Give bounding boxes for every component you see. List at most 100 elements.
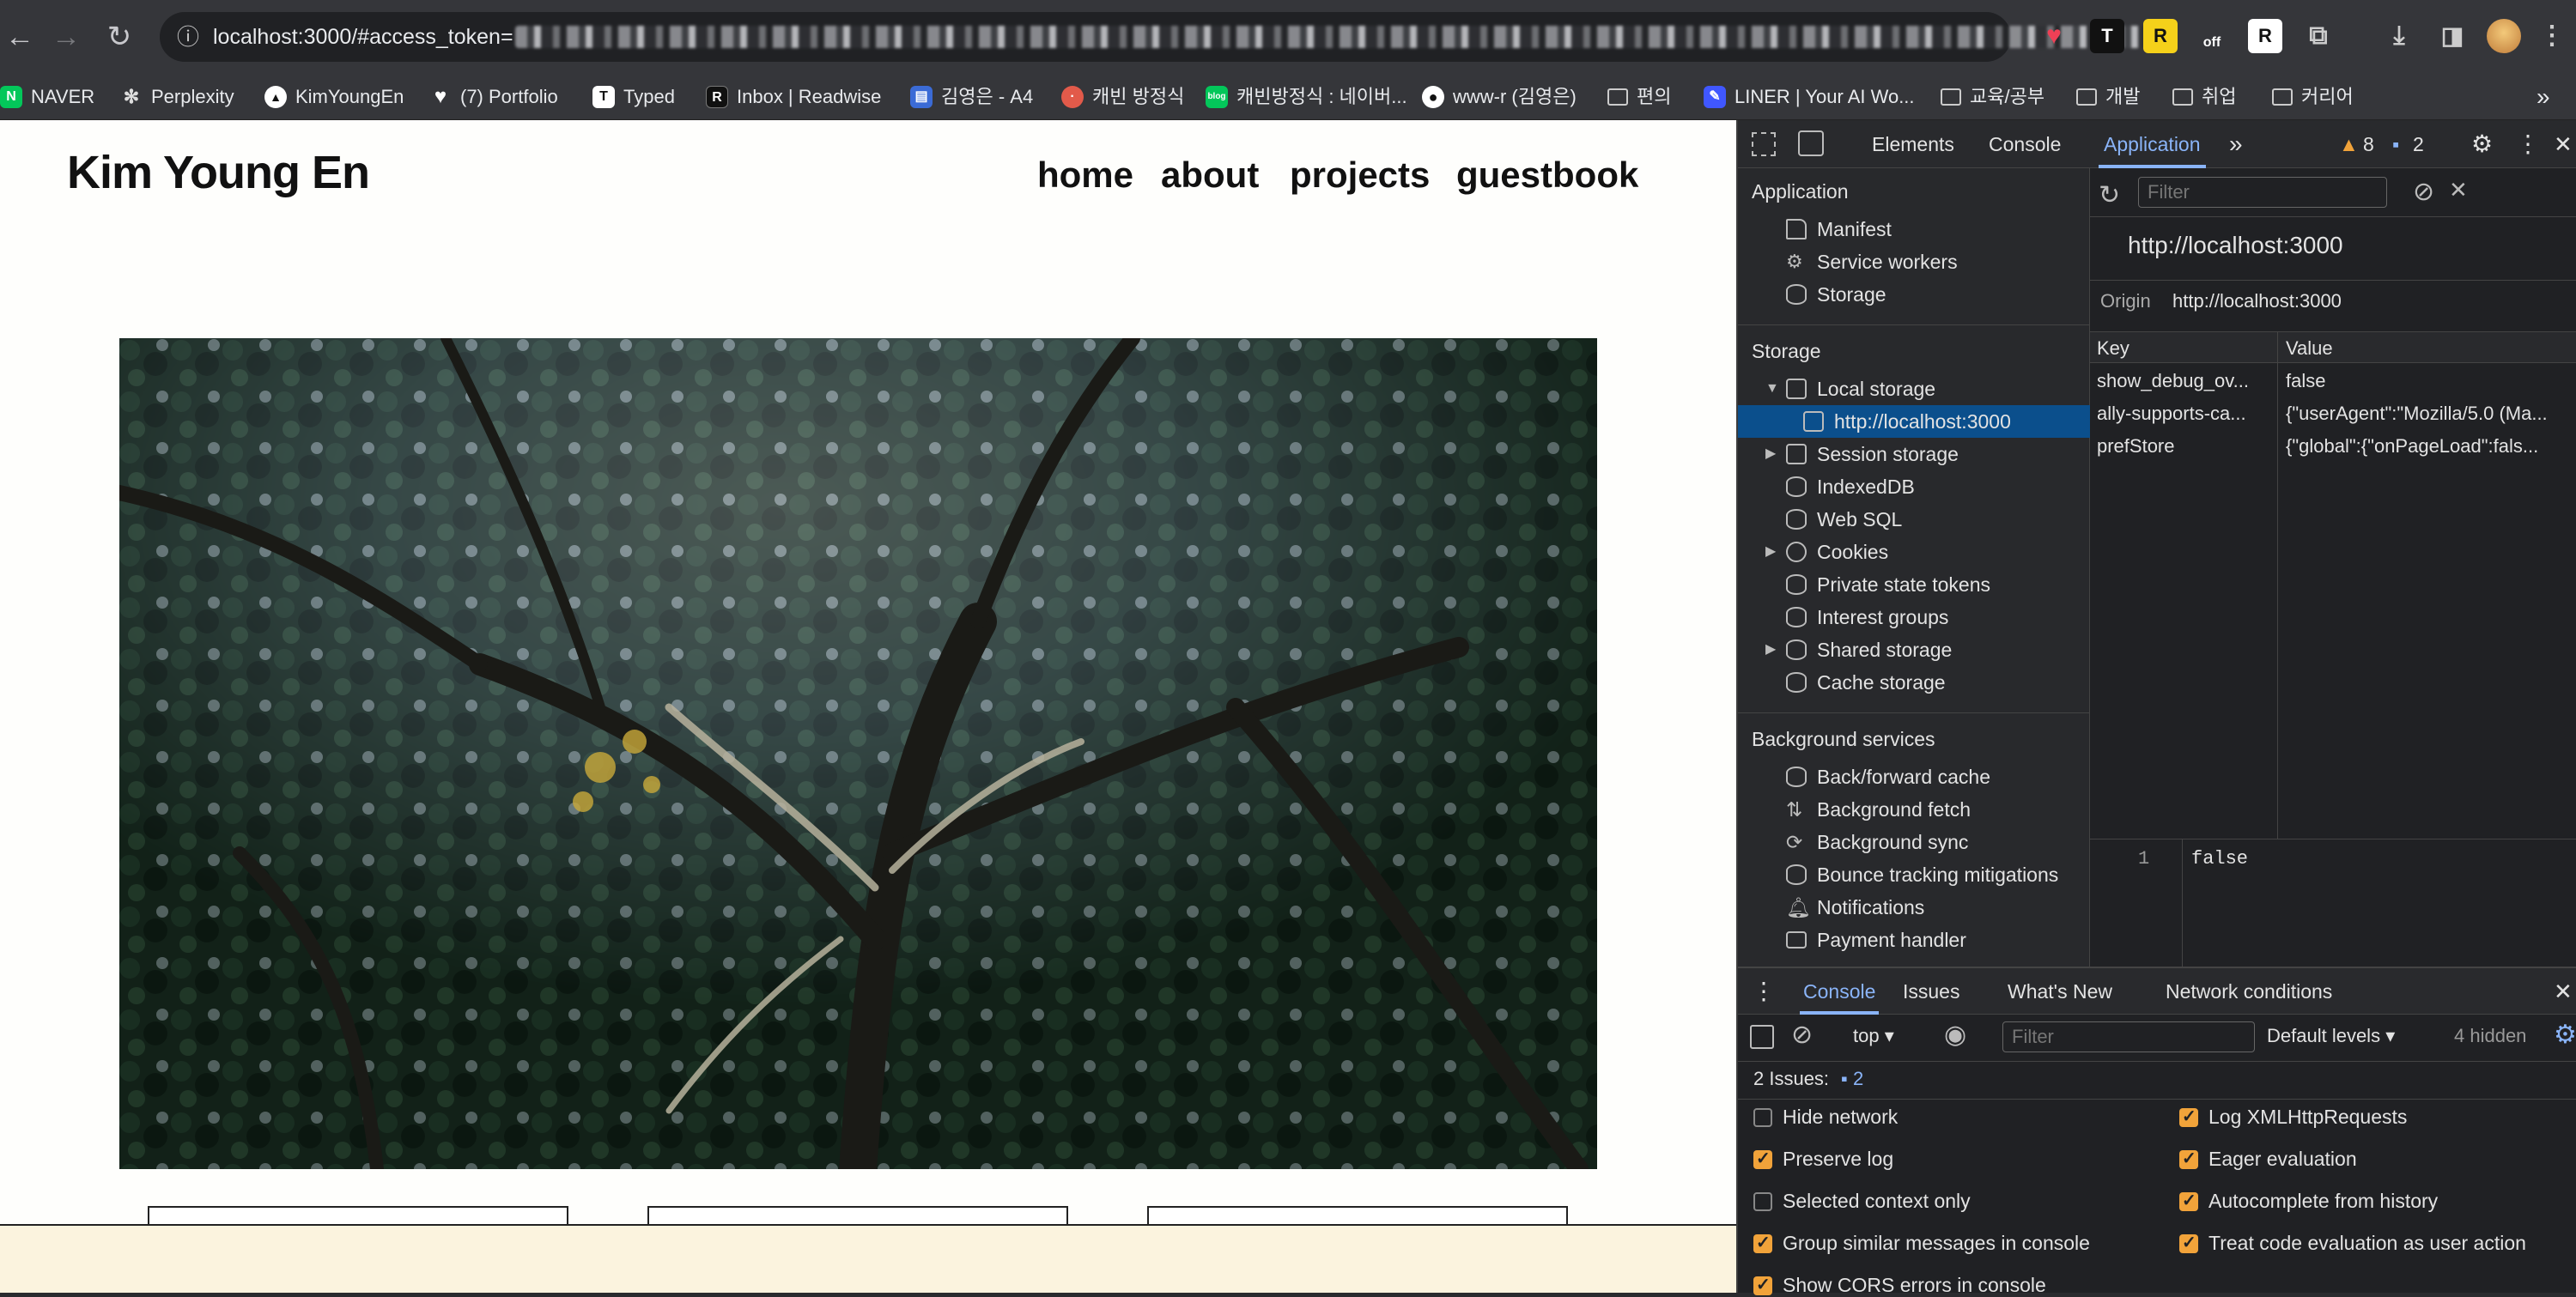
nav-about[interactable]: about xyxy=(1161,155,1259,196)
caret-right-icon[interactable]: ▶ xyxy=(1765,633,1776,666)
drawer-tab-console[interactable]: Console xyxy=(1800,968,1880,1015)
caret-down-icon[interactable]: ▼ xyxy=(1765,373,1779,405)
log-levels-dropdown[interactable]: Default levels ▾ xyxy=(2267,1025,2395,1047)
preserve-log-checkbox[interactable] xyxy=(1753,1148,1772,1169)
devtools-menu-icon[interactable]: ⋮ xyxy=(2516,120,2540,168)
drawer-menu-icon[interactable]: ⋮ xyxy=(1752,968,1776,1015)
bookmark-folder[interactable]: 개발 xyxy=(2076,74,2140,120)
sidebar-item-payment-handler[interactable]: Payment handler xyxy=(1738,924,2090,956)
clear-all-icon[interactable]: ⊘ xyxy=(2413,177,2434,207)
download-icon[interactable]: ⤓ xyxy=(2382,19,2416,53)
treat-eval-checkbox[interactable] xyxy=(2179,1232,2198,1253)
bookmark-folder[interactable]: 편의 xyxy=(1607,74,1671,120)
column-key[interactable]: Key xyxy=(2097,337,2129,360)
sidebar-item-localhost[interactable]: http://localhost:3000 xyxy=(1738,405,2090,438)
bookmark-item[interactable]: R Inbox | Readwise xyxy=(706,74,881,120)
bookmark-item[interactable]: ✎ LINER | Your AI Wo... xyxy=(1704,74,1915,120)
issues-badge[interactable]: ▪ 2 xyxy=(1841,1068,1863,1090)
table-row[interactable]: ally-supports-ca... {"userAgent":"Mozill… xyxy=(2090,397,2576,430)
storage-filter-input[interactable] xyxy=(2138,177,2387,208)
bookmark-item[interactable]: T Typed xyxy=(592,74,675,120)
sidebar-item-bfcache[interactable]: Back/forward cache xyxy=(1738,761,2090,793)
console-settings-gear-icon[interactable]: ⚙ xyxy=(2554,1020,2576,1050)
sidebar-item-notifications[interactable]: 🔔︎ Notifications xyxy=(1738,891,2090,924)
live-expression-eye-icon[interactable]: ◉ xyxy=(1944,1020,1966,1050)
selected-context-checkbox[interactable] xyxy=(1753,1192,1772,1211)
bookmark-folder[interactable]: 교육/공부 xyxy=(1941,74,2044,120)
warnings-count[interactable]: 8 xyxy=(2363,120,2374,168)
site-info-icon[interactable]: ⓘ xyxy=(170,19,206,55)
close-devtools-icon[interactable]: ✕ xyxy=(2554,120,2573,168)
drawer-tab-network-conditions[interactable]: Network conditions xyxy=(2166,968,2332,1015)
site-brand[interactable]: Kim Young En xyxy=(67,146,370,199)
sidebar-item-cookies[interactable]: ▶ Cookies xyxy=(1738,536,2090,568)
sidebar-item-storage[interactable]: Storage xyxy=(1738,278,2090,311)
nav-home[interactable]: home xyxy=(1037,155,1133,196)
pocket-icon[interactable]: ♥ xyxy=(2037,19,2071,53)
sidebar-item-shared-storage[interactable]: ▶ Shared storage xyxy=(1738,633,2090,666)
hide-network-checkbox[interactable] xyxy=(1753,1108,1772,1127)
nav-guestbook[interactable]: guestbook xyxy=(1456,155,1638,196)
nav-projects[interactable]: projects xyxy=(1290,155,1430,196)
column-value[interactable]: Value xyxy=(2286,337,2333,360)
caret-right-icon[interactable]: ▶ xyxy=(1765,438,1776,470)
bookmark-item[interactable]: N NAVER xyxy=(0,74,94,120)
sidebar-item-local-storage[interactable]: ▼ Local storage xyxy=(1738,373,2090,405)
tab-elements[interactable]: Elements xyxy=(1872,120,1954,168)
table-row[interactable]: prefStore {"global":{"onPageLoad":fals..… xyxy=(2090,430,2576,463)
table-row[interactable]: show_debug_ov... false xyxy=(2090,365,2576,397)
console-filter-input[interactable] xyxy=(2002,1021,2255,1052)
messages-count[interactable]: 2 xyxy=(2413,120,2424,168)
caret-right-icon[interactable]: ▶ xyxy=(1765,536,1776,568)
avatar[interactable] xyxy=(2487,19,2521,53)
sidebar-item-background-sync[interactable]: ⟳ Background sync xyxy=(1738,826,2090,858)
clear-console-icon[interactable]: ⊘ xyxy=(1791,1020,1813,1050)
off-extension-icon[interactable]: off xyxy=(2195,19,2229,53)
extensions-icon[interactable]: ⧉ xyxy=(2301,19,2336,53)
typed-extension-icon[interactable]: T xyxy=(2090,19,2124,53)
forward-icon[interactable]: → xyxy=(46,17,86,57)
sidebar-toggle-icon[interactable] xyxy=(1750,1025,1774,1049)
inspect-element-icon[interactable] xyxy=(1752,132,1776,156)
bookmark-item[interactable]: · 캐빈 방정식 xyxy=(1061,74,1184,120)
eager-eval-checkbox[interactable] xyxy=(2179,1148,2198,1169)
bookmark-item[interactable]: ● www-r (김영은) xyxy=(1422,74,1577,120)
context-selector[interactable]: top ▾ xyxy=(1853,1025,1894,1047)
sidebar-item-service-workers[interactable]: ⚙ Service workers xyxy=(1738,245,2090,278)
autocomplete-checkbox[interactable] xyxy=(2179,1190,2198,1211)
sidebar-item-bounce-tracking[interactable]: Bounce tracking mitigations xyxy=(1738,858,2090,891)
more-tabs-icon[interactable]: » xyxy=(2229,120,2243,168)
sidebar-item-indexeddb[interactable]: IndexedDB xyxy=(1738,470,2090,503)
refresh-icon[interactable]: ↻ xyxy=(2099,180,2120,210)
close-drawer-icon[interactable]: ✕ xyxy=(2554,968,2573,1015)
sidebar-item-websql[interactable]: Web SQL xyxy=(1738,503,2090,536)
side-panel-icon[interactable]: ◨ xyxy=(2435,19,2470,53)
bookmark-folder[interactable]: 커리어 xyxy=(2272,74,2354,120)
sidebar-item-interest-groups[interactable]: Interest groups xyxy=(1738,601,2090,633)
tab-application[interactable]: Application xyxy=(2099,120,2206,168)
group-similar-checkbox[interactable] xyxy=(1753,1232,1772,1253)
readwise-extension-icon[interactable]: R xyxy=(2143,19,2178,53)
bookmark-folder[interactable]: 취업 xyxy=(2172,74,2236,120)
drawer-tab-whats-new[interactable]: What's New xyxy=(2008,968,2112,1015)
bookmark-item[interactable]: ✻ Perplexity xyxy=(120,74,234,120)
sidebar-item-manifest[interactable]: Manifest xyxy=(1738,213,2090,245)
settings-gear-icon[interactable]: ⚙ xyxy=(2471,120,2493,168)
bookmark-item[interactable]: ▲ KimYoungEn xyxy=(264,74,404,120)
drawer-tab-issues[interactable]: Issues xyxy=(1903,968,1959,1015)
address-bar[interactable]: ⓘ localhost:3000/#access_token= xyxy=(160,12,2155,62)
back-icon[interactable]: ← xyxy=(0,17,39,57)
more-bookmarks-icon[interactable]: » xyxy=(2537,74,2550,120)
sidebar-item-private-state-tokens[interactable]: Private state tokens xyxy=(1738,568,2090,601)
bookmark-item[interactable]: ♥ (7) Portfolio xyxy=(429,74,558,120)
log-xhr-checkbox[interactable] xyxy=(2179,1106,2198,1127)
device-toolbar-icon[interactable] xyxy=(1798,130,1824,156)
bookmark-item[interactable]: ▤ 김영은 - A4 xyxy=(910,74,1033,120)
sidebar-item-cache-storage[interactable]: Cache storage xyxy=(1738,666,2090,699)
delete-selected-icon[interactable]: ✕ xyxy=(2449,177,2468,203)
bookmark-item[interactable]: blog 캐빈방정식 : 네이버... xyxy=(1206,74,1407,120)
sidebar-item-background-fetch[interactable]: ⇅ Background fetch xyxy=(1738,793,2090,826)
sidebar-item-session-storage[interactable]: ▶ Session storage xyxy=(1738,438,2090,470)
reload-icon[interactable]: ↻ xyxy=(100,17,139,57)
menu-icon[interactable]: ⋮ xyxy=(2535,19,2569,53)
